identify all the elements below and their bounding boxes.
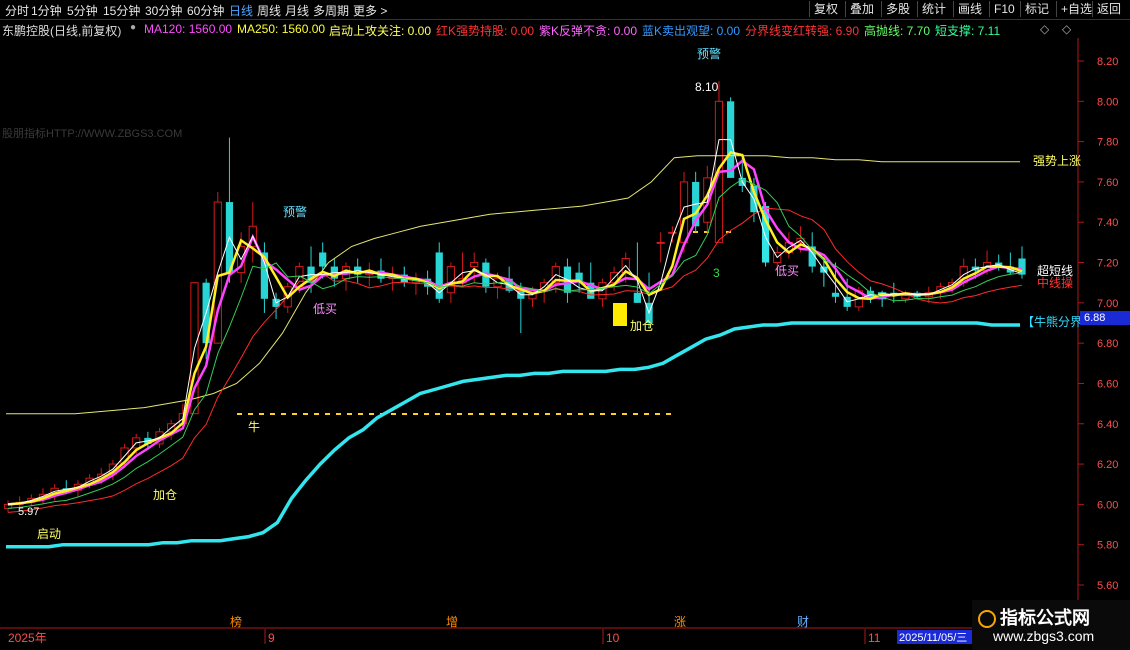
candle-body-54	[633, 292, 641, 303]
candle-body-38	[446, 266, 456, 294]
yellow-ma-line	[7, 150, 1023, 506]
signal-number-3: 3	[713, 266, 720, 280]
y-tick-label-0: 8.20	[1097, 56, 1118, 68]
candle-body-40	[470, 262, 479, 268]
event-marker-zhang: 涨	[674, 614, 686, 629]
jiacang-label-1: 加仓	[153, 488, 177, 502]
site-logo-name: 指标公式网	[1000, 608, 1090, 628]
event-marker-zeng: 增	[446, 615, 458, 629]
candle-body-56	[656, 241, 665, 244]
x-axis-month-11: 11	[868, 631, 881, 645]
y-tick-label-13: 5.60	[1097, 580, 1118, 592]
y-tick-label-4: 7.40	[1097, 217, 1118, 229]
dimai-label-1: 低买	[313, 302, 337, 316]
green-support-line	[7, 178, 1023, 509]
indicator-lines	[6, 139, 1023, 549]
qiangshi-label: 强势上涨	[1033, 153, 1081, 168]
candle-body-27	[319, 252, 327, 267]
niuxiong-label: 【牛熊分界	[1022, 314, 1082, 329]
x-axis-month-9: 9	[268, 631, 275, 645]
high-price-label: 8.10	[695, 80, 719, 94]
dimai-label-2: 低买	[775, 264, 799, 278]
y-tick-label-2: 7.80	[1097, 137, 1118, 149]
candle-body-57	[668, 231, 677, 234]
site-logo-url: www.zbgs3.com	[993, 628, 1095, 644]
event-marker-bang: 榜	[230, 614, 242, 629]
low-price-label: 5.97	[18, 506, 39, 518]
jiacang-label-2: 加仓	[630, 319, 654, 333]
y-tick-label-3: 7.60	[1097, 177, 1118, 189]
yellow-signal-bar	[613, 303, 627, 326]
zhongxian-label: 中线操	[1037, 275, 1073, 290]
event-marker-cai: 财	[797, 615, 809, 629]
candle-body-37	[435, 252, 443, 299]
y-tick-label-7: 6.80	[1097, 338, 1118, 350]
x-axis-month-10: 10	[606, 631, 620, 645]
cursor-date-label: 2025/11/05/三	[899, 632, 967, 644]
y-tick-label-9: 6.40	[1097, 419, 1118, 431]
y-tick-label-6: 7.00	[1097, 298, 1118, 310]
yujing-left-label: 预警	[283, 204, 307, 219]
candlestick-chart[interactable]: 8.20 8.00 7.80 7.60 7.40 7.20 7.00 6.80 6.60 6.40…	[0, 0, 1130, 650]
x-axis-year: 2025年	[8, 631, 47, 645]
y-tick-label-11: 6.00	[1097, 499, 1118, 511]
watermark: 股朋指标HTTP://WWW.ZBGS3.COM	[2, 126, 182, 140]
y-tick-label-8: 6.60	[1097, 378, 1118, 390]
watermark-text: 股朋指标HTTP://WWW.ZBGS3.COM	[2, 126, 182, 140]
qidong-label: 启动	[37, 527, 61, 541]
yujing-top-label: 预警	[697, 46, 721, 61]
logo-icon	[978, 610, 996, 628]
candle-body-71	[831, 292, 840, 297]
y-tick-label-12: 5.80	[1097, 540, 1118, 552]
mid-term-line	[7, 207, 1023, 513]
y-tick-label-1: 8.00	[1097, 96, 1118, 108]
current-price-tag: 6.88	[1080, 311, 1130, 325]
y-tick-label-5: 7.20	[1097, 258, 1118, 270]
niu-label: 牛	[248, 419, 260, 434]
y-tick-label-10: 6.20	[1097, 459, 1118, 471]
